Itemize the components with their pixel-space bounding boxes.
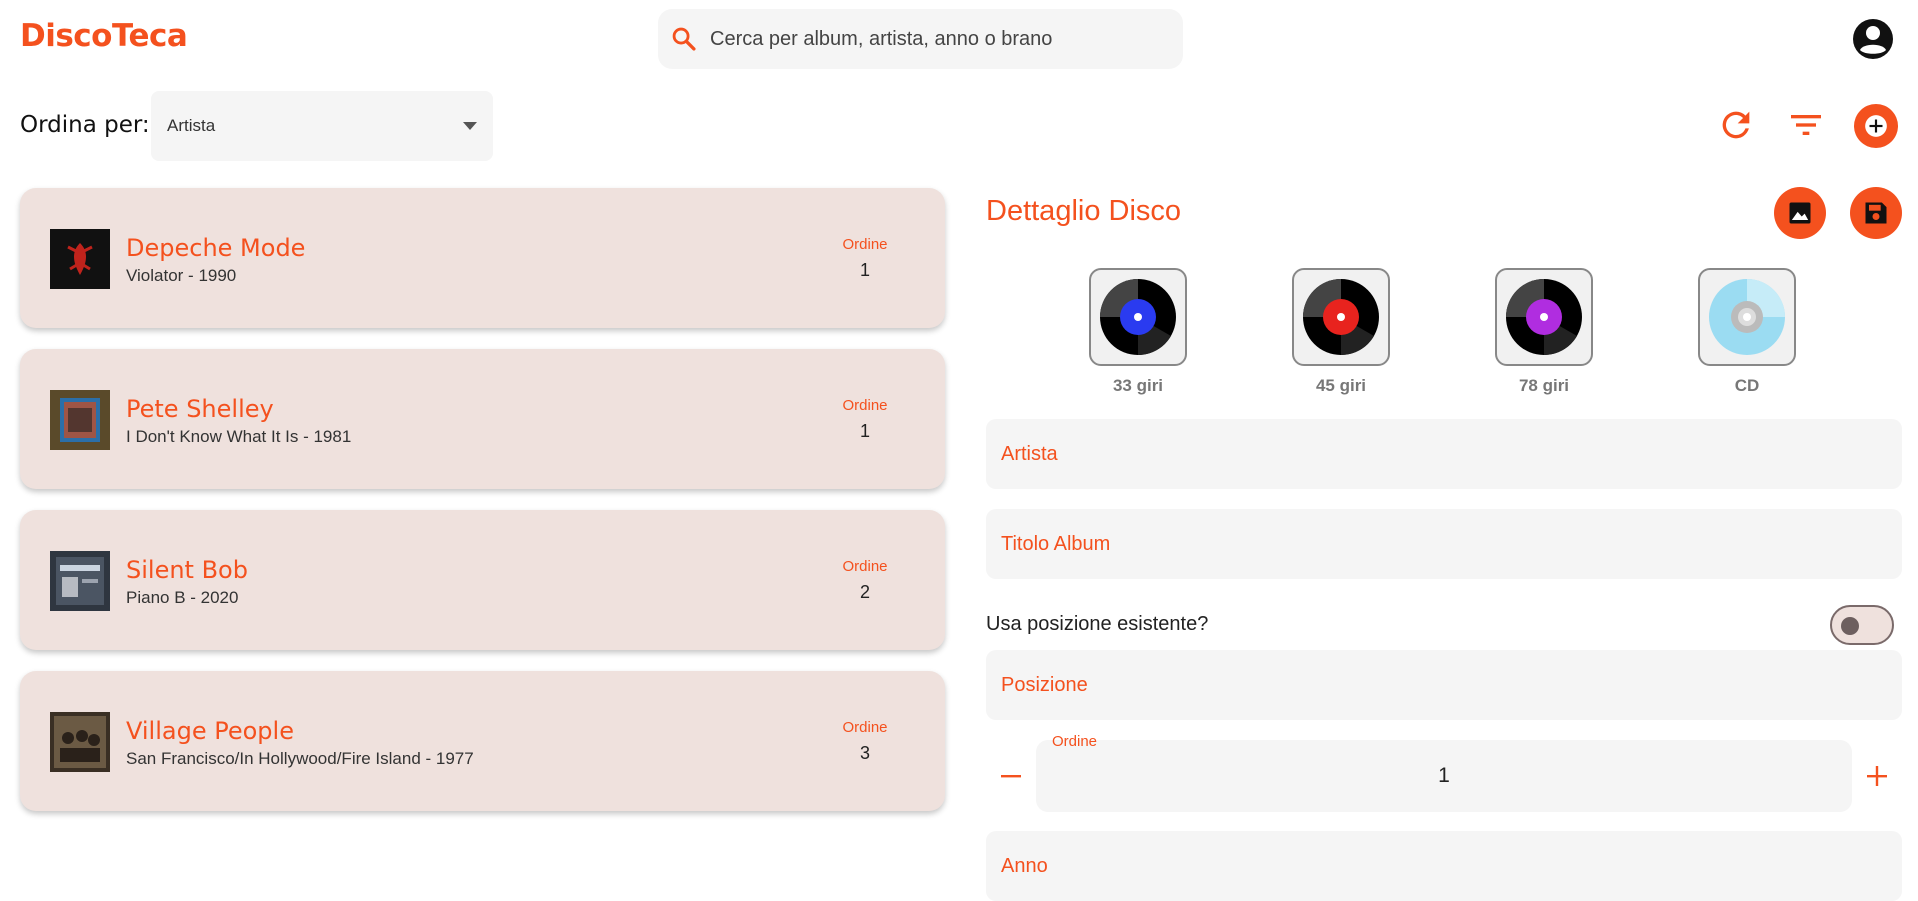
- refresh-icon: [1722, 111, 1750, 139]
- save-button[interactable]: [1850, 187, 1902, 239]
- record-artist: Depeche Mode: [126, 234, 306, 262]
- artist-field-label: Artista: [1001, 442, 1058, 465]
- order-stepper[interactable]: Ordine 1: [1036, 733, 1852, 812]
- search-placeholder: Cerca per album, artista, anno o brano: [710, 27, 1053, 50]
- format-45-label: 45 giri: [1315, 376, 1367, 395]
- app-logo: DiscoTeca: [20, 18, 188, 54]
- format-33-button[interactable]: [1089, 268, 1187, 366]
- format-33-label: 33 giri: [1112, 376, 1164, 395]
- add-circle-icon: [1865, 115, 1887, 137]
- record-artist: Silent Bob: [126, 556, 248, 584]
- plus-icon: [1867, 766, 1887, 786]
- format-cd-label: CD: [1734, 376, 1760, 395]
- album-cover-image: [50, 229, 110, 289]
- decrement-order-button[interactable]: [991, 756, 1031, 796]
- existing-position-label: Usa posizione esistente?: [986, 613, 1209, 635]
- account-circle-icon: [1853, 19, 1893, 59]
- record-order-value: 2: [859, 582, 870, 602]
- save-icon: [1865, 202, 1887, 224]
- record-artist: Village People: [126, 717, 294, 745]
- record-card[interactable]: Village People San Francisco/In Hollywoo…: [20, 671, 945, 811]
- vinyl-45-icon: [1303, 279, 1379, 356]
- album-cover-image: [50, 551, 110, 611]
- increment-order-button[interactable]: [1857, 756, 1897, 796]
- order-stepper-label: Ordine: [1052, 733, 1098, 750]
- record-artist: Pete Shelley: [126, 395, 274, 423]
- record-card[interactable]: Depeche Mode Violator - 1990 Ordine 1: [20, 188, 945, 328]
- record-order-label: Ordine: [842, 397, 888, 414]
- record-card[interactable]: Pete Shelley I Don't Know What It Is - 1…: [20, 349, 945, 489]
- toggle-knob: [1841, 617, 1859, 635]
- album-cover-image: [50, 712, 110, 772]
- record-order-value: 3: [859, 743, 870, 763]
- format-78-label: 78 giri: [1518, 376, 1570, 395]
- year-field[interactable]: Anno: [986, 831, 1902, 901]
- add-record-button[interactable]: [1854, 104, 1898, 148]
- search-icon: [672, 27, 696, 51]
- position-field[interactable]: Posizione: [986, 650, 1902, 720]
- sort-select[interactable]: Artista: [151, 91, 493, 161]
- existing-position-toggle[interactable]: [1830, 605, 1894, 645]
- search-bar[interactable]: Cerca per album, artista, anno o brano: [658, 9, 1183, 69]
- record-subtitle: San Francisco/In Hollywood/Fire Island -…: [126, 749, 474, 768]
- format-cd-button[interactable]: [1698, 268, 1796, 366]
- image-icon: [1789, 202, 1811, 224]
- account-button[interactable]: [1852, 18, 1894, 60]
- filter-button[interactable]: [1782, 101, 1830, 149]
- sort-selected-value: Artista: [167, 116, 216, 135]
- year-field-label: Anno: [1001, 854, 1048, 877]
- album-title-field-label: Titolo Album: [1001, 532, 1111, 555]
- artist-field[interactable]: Artista: [986, 419, 1902, 489]
- sort-label: Ordina per:: [20, 112, 150, 138]
- vinyl-78-icon: [1506, 279, 1582, 356]
- record-order-value: 1: [859, 260, 870, 280]
- record-order-label: Ordine: [842, 236, 888, 253]
- record-order-label: Ordine: [842, 558, 888, 575]
- refresh-button[interactable]: [1712, 101, 1760, 149]
- format-78-button[interactable]: [1495, 268, 1593, 366]
- record-order-label: Ordine: [842, 719, 888, 736]
- record-subtitle: Piano B - 2020: [126, 588, 239, 607]
- record-card[interactable]: Silent Bob Piano B - 2020 Ordine 2: [20, 510, 945, 650]
- dropdown-arrow-icon: [463, 122, 477, 130]
- filter-icon: [1791, 115, 1821, 135]
- album-title-field[interactable]: Titolo Album: [986, 509, 1902, 579]
- record-subtitle: I Don't Know What It Is - 1981: [126, 427, 352, 446]
- add-image-button[interactable]: [1774, 187, 1826, 239]
- minus-icon: [1001, 775, 1021, 778]
- detail-title: Dettaglio Disco: [986, 195, 1182, 227]
- record-subtitle: Violator - 1990: [126, 266, 237, 285]
- vinyl-33-icon: [1100, 279, 1176, 356]
- position-field-label: Posizione: [1001, 673, 1088, 696]
- album-cover-image: [50, 390, 110, 450]
- cd-icon: [1709, 279, 1785, 355]
- record-order-value: 1: [859, 421, 870, 441]
- order-stepper-value: 1: [1438, 764, 1450, 787]
- format-45-button[interactable]: [1292, 268, 1390, 366]
